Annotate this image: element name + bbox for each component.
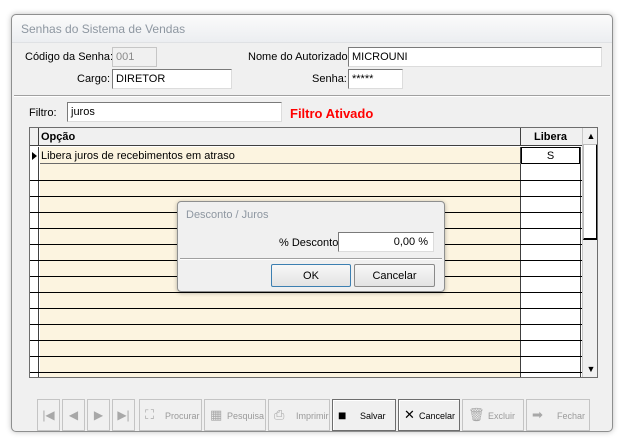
header-indicator-cell — [30, 128, 39, 146]
excluir-label: Excluir — [488, 411, 516, 421]
next-record-icon: ▶ — [93, 408, 104, 422]
last-record-button[interactable]: ▶| — [112, 399, 135, 431]
window-title: Senhas do Sistema de Vendas — [21, 22, 186, 36]
row-opcao-cell[interactable]: Libera juros de recebimentos em atraso — [41, 150, 235, 162]
column-header-libera[interactable]: Libera — [520, 128, 580, 146]
scroll-up-icon[interactable]: ▲ — [583, 128, 597, 144]
grid-line — [30, 340, 582, 341]
salvar-button[interactable]: ■ Salvar — [332, 399, 396, 431]
codigo-label: Código da Senha: — [25, 51, 114, 63]
grid-header: Opção Libera — [30, 128, 582, 146]
filter-active-status: Filtro Ativado — [290, 106, 374, 121]
libera-column — [520, 147, 581, 377]
pesquisa-button[interactable]: ▦ Pesquisa — [204, 399, 266, 431]
next-record-button[interactable]: ▶ — [87, 399, 110, 431]
nome-label: Nome do Autorizado: — [248, 51, 351, 63]
filtro-label: Filtro: — [29, 107, 57, 119]
imprimir-label: Imprimir — [296, 411, 329, 421]
scroll-down-icon[interactable]: ▼ — [583, 361, 597, 377]
cancelar-button[interactable]: ✕ Cancelar — [398, 399, 460, 431]
dialog-title: Desconto / Juros — [186, 209, 269, 221]
dialog-separator — [180, 258, 442, 260]
floppy-disk-icon: ■ — [338, 407, 347, 423]
first-record-icon: |◀ — [42, 408, 55, 422]
grid-line — [30, 308, 582, 309]
x-icon: ✕ — [404, 407, 415, 422]
column-header-opcao[interactable]: Opção — [41, 131, 75, 143]
cargo-label: Cargo: — [77, 73, 111, 85]
nome-field[interactable]: MICROUNI — [348, 47, 602, 67]
grid-line — [30, 292, 582, 293]
prev-record-icon: ◀ — [68, 408, 79, 422]
senha-field[interactable]: ***** — [348, 69, 403, 89]
grid-line — [30, 372, 582, 373]
first-record-button[interactable]: |◀ — [37, 399, 60, 431]
procurar-button[interactable]: ⛶ Procurar — [139, 399, 202, 431]
desconto-field[interactable]: 0,00 % — [338, 232, 434, 252]
salvar-label: Salvar — [360, 411, 386, 421]
imprimir-button[interactable]: ⎙ Imprimir — [268, 399, 330, 431]
grid-line — [30, 196, 582, 197]
row-indicator-column — [30, 147, 39, 377]
codigo-field[interactable]: 001 — [112, 47, 157, 67]
procurar-label: Procurar — [165, 411, 200, 421]
trash-icon: 🗑 — [468, 407, 485, 422]
grid-icon: ▦ — [210, 407, 223, 422]
printer-icon: ⎙ — [274, 407, 285, 422]
cancelar-label: Cancelar — [419, 411, 456, 421]
binoculars-icon: ⛶ — [145, 407, 155, 422]
cancel-button[interactable]: Cancelar — [354, 264, 435, 287]
pesquisa-label: Pesquisa — [227, 411, 265, 421]
desconto-label: % Desconto — [279, 237, 339, 249]
title-bar: Senhas do Sistema de Vendas — [12, 15, 612, 43]
fechar-button[interactable]: ➡ Fechar — [526, 399, 590, 431]
filtro-input[interactable]: juros — [67, 102, 282, 122]
grid-line — [30, 180, 582, 181]
desconto-juros-dialog: Desconto / Juros % Desconto 0,00 % OK Ca… — [177, 201, 445, 292]
vertical-scrollbar[interactable]: ▲ ▼ — [582, 128, 597, 377]
scroll-thumb[interactable] — [583, 144, 597, 240]
row-separator — [40, 163, 521, 164]
form-separator — [14, 95, 610, 97]
last-record-icon: ▶| — [117, 408, 130, 422]
excluir-button[interactable]: 🗑 Excluir — [462, 399, 524, 431]
current-row-indicator-icon — [32, 152, 37, 160]
senha-label: Senha: — [312, 73, 347, 85]
fechar-label: Fechar — [557, 411, 586, 421]
grid-line — [30, 324, 582, 325]
cargo-field[interactable]: DIRETOR — [112, 69, 232, 89]
row-libera-cell[interactable]: S — [521, 147, 580, 164]
grid-line — [30, 356, 582, 357]
prev-record-button[interactable]: ◀ — [62, 399, 85, 431]
exit-icon: ➡ — [532, 407, 543, 422]
ok-button[interactable]: OK — [271, 264, 351, 287]
